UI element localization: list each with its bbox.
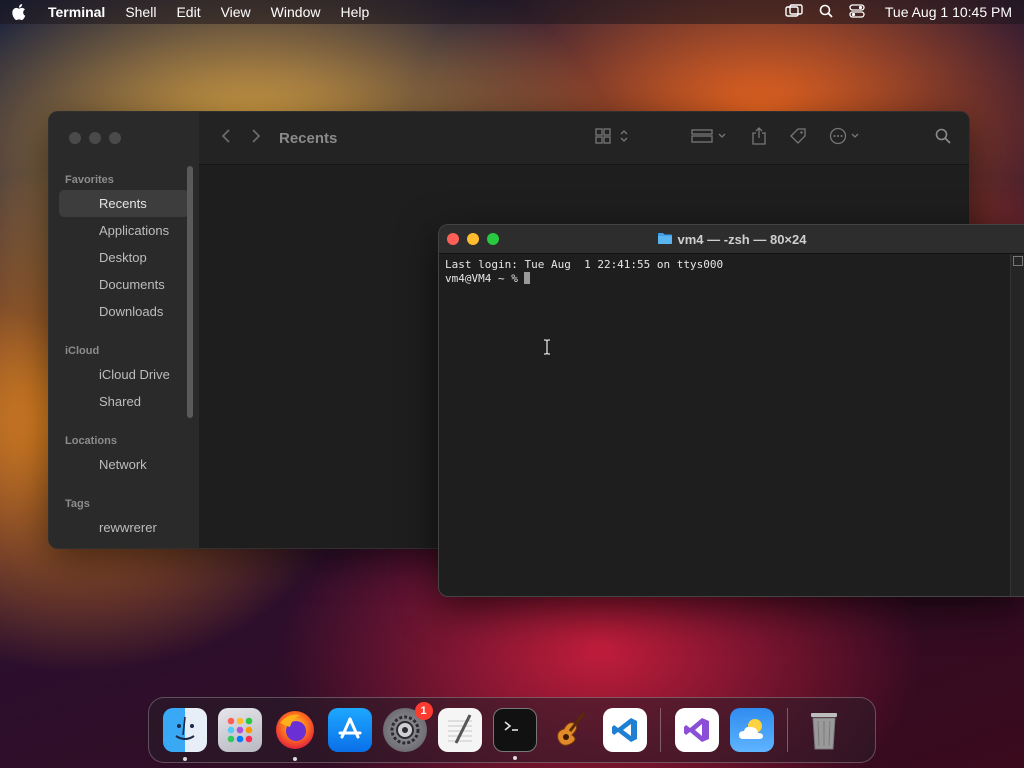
- terminal-minimize-button[interactable]: [467, 233, 479, 245]
- apple-menu-icon[interactable]: [12, 4, 28, 20]
- finder-close-button[interactable]: [69, 132, 81, 144]
- sidebar-section-locations: Locations: [65, 435, 117, 447]
- sidebar-item-tag-rewwrerer[interactable]: rewwrerer: [59, 514, 189, 541]
- dock: 1: [148, 697, 876, 763]
- sidebar-section-tags: Tags: [65, 498, 90, 510]
- search-icon[interactable]: [935, 128, 951, 149]
- finder-dock-icon[interactable]: [162, 708, 207, 761]
- terminal-scrollbar[interactable]: [1010, 254, 1024, 596]
- system-settings-badge: 1: [414, 702, 433, 720]
- screen-mirroring-icon[interactable]: [785, 3, 803, 21]
- finder-toolbar-icons: [595, 126, 951, 150]
- group-by-icon[interactable]: [691, 128, 729, 149]
- dock-separator: [660, 708, 661, 752]
- terminal-zoom-button[interactable]: [487, 233, 499, 245]
- terminal-scroll-button[interactable]: [1013, 256, 1023, 266]
- firefox-dock-icon[interactable]: [273, 708, 317, 761]
- menu-shell[interactable]: Shell: [125, 4, 156, 20]
- sidebar-item-shared[interactable]: Shared: [59, 388, 189, 415]
- sidebar-item-downloads[interactable]: Downloads: [59, 298, 189, 325]
- firefox-running-indicator: [292, 757, 297, 761]
- terminal-dock-icon[interactable]: [492, 708, 537, 760]
- forward-chevron-icon[interactable]: [251, 128, 261, 149]
- finder-minimize-button[interactable]: [89, 132, 101, 144]
- finder-toolbar: Recents: [199, 112, 969, 165]
- control-center-icon[interactable]: [849, 3, 865, 21]
- sidebar-item-desktop[interactable]: Desktop: [59, 244, 189, 271]
- status-area: Tue Aug 1 10:45 PM: [785, 3, 1012, 21]
- finder-window-controls: [69, 132, 121, 144]
- visual-studio-dock-icon[interactable]: [674, 708, 719, 752]
- ibeam-cursor-icon: [543, 339, 551, 360]
- garageband-dock-icon[interactable]: [548, 708, 592, 752]
- spotlight-search-icon[interactable]: [819, 4, 833, 21]
- weather-dock-icon[interactable]: [729, 708, 774, 752]
- dock-separator-2: [787, 708, 788, 752]
- terminal-running-indicator: [512, 756, 517, 760]
- menu-bar: Terminal Shell Edit View Window Help Tue…: [0, 0, 1024, 24]
- finder-sidebar: Favorites Recents Applications Desktop D…: [49, 112, 199, 548]
- terminal-prompt-line: vm4@VM4 ~ %: [445, 272, 1019, 286]
- trash-dock-icon[interactable]: [802, 708, 846, 752]
- finder-running-indicator: [182, 757, 187, 761]
- menu-edit[interactable]: Edit: [176, 4, 200, 20]
- terminal-cursor: [524, 272, 531, 284]
- terminal-window: vm4 — -zsh — 80×24 Last login: Tue Aug 1…: [438, 224, 1024, 597]
- menu-window[interactable]: Window: [271, 4, 321, 20]
- launchpad-dock-icon[interactable]: [217, 708, 262, 752]
- folder-icon: [657, 232, 672, 247]
- sidebar-section-icloud: iCloud: [65, 345, 100, 357]
- finder-title: Recents: [279, 129, 338, 147]
- share-icon[interactable]: [751, 126, 767, 150]
- sidebar-section-favorites: Favorites: [65, 174, 114, 186]
- finder-zoom-button[interactable]: [109, 132, 121, 144]
- textedit-dock-icon[interactable]: [437, 708, 482, 752]
- terminal-prompt: vm4@VM4 ~ %: [445, 272, 525, 285]
- sidebar-item-tag-red[interactable]: Red: [59, 541, 189, 548]
- sidebar-item-network[interactable]: Network: [59, 451, 189, 478]
- menu-view[interactable]: View: [221, 4, 251, 20]
- sidebar-item-recents[interactable]: Recents: [59, 190, 189, 217]
- sidebar-item-applications[interactable]: Applications: [59, 217, 189, 244]
- terminal-output[interactable]: Last login: Tue Aug 1 22:41:55 on ttys00…: [439, 254, 1024, 290]
- system-settings-dock-icon[interactable]: 1: [382, 702, 433, 752]
- more-actions-icon[interactable]: [829, 127, 863, 150]
- app-store-dock-icon[interactable]: [327, 708, 372, 752]
- terminal-titlebar[interactable]: vm4 — -zsh — 80×24: [439, 225, 1024, 254]
- menubar-clock[interactable]: Tue Aug 1 10:45 PM: [885, 4, 1012, 20]
- sidebar-item-icloud-drive[interactable]: iCloud Drive: [59, 361, 189, 388]
- vscode-dock-icon[interactable]: [602, 708, 647, 752]
- terminal-window-controls: [447, 233, 499, 245]
- sidebar-item-documents[interactable]: Documents: [59, 271, 189, 298]
- terminal-title-text: vm4 — -zsh — 80×24: [677, 231, 807, 247]
- terminal-line-last-login: Last login: Tue Aug 1 22:41:55 on ttys00…: [445, 258, 724, 271]
- menu-app-name[interactable]: Terminal: [48, 4, 105, 20]
- terminal-close-button[interactable]: [447, 233, 459, 245]
- finder-nav: [221, 128, 261, 149]
- menu-help[interactable]: Help: [340, 4, 369, 20]
- sidebar-scrollbar[interactable]: [187, 166, 193, 418]
- view-grid-icon[interactable]: [595, 127, 629, 149]
- tag-icon[interactable]: [789, 127, 807, 150]
- terminal-title: vm4 — -zsh — 80×24: [657, 231, 807, 247]
- back-chevron-icon[interactable]: [221, 128, 231, 149]
